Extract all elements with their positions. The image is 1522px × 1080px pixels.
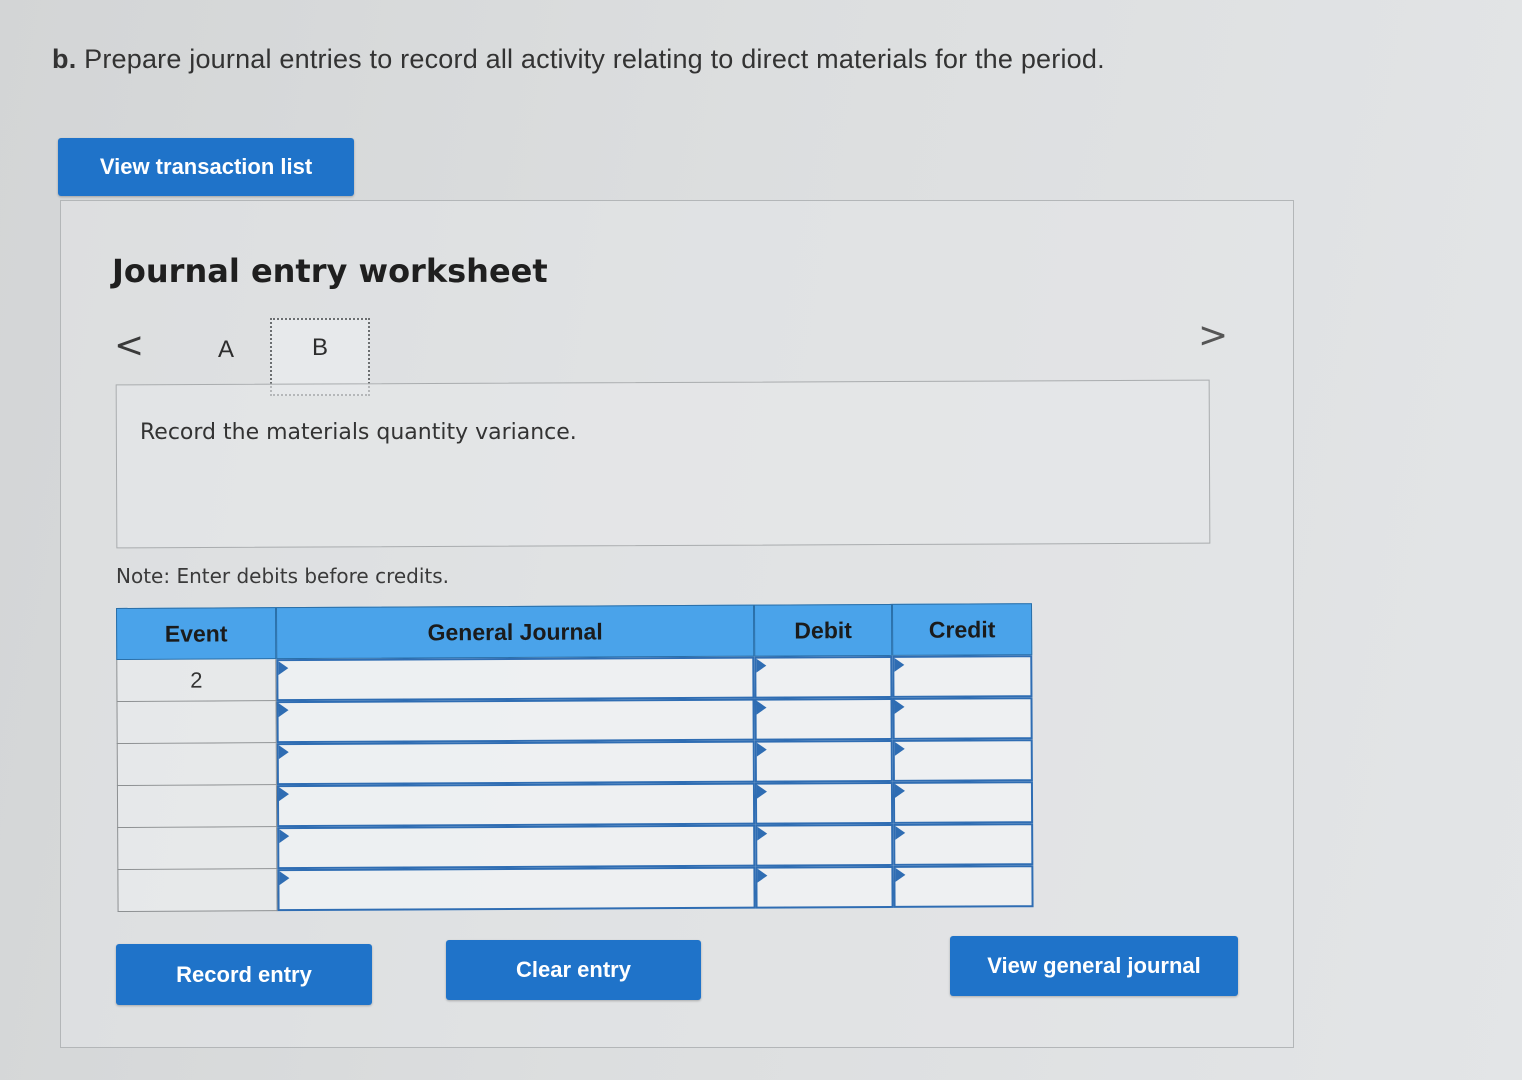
event-cell [117, 869, 278, 912]
account-input[interactable] [276, 782, 756, 828]
event-cell [116, 785, 278, 828]
debit-input[interactable] [755, 865, 894, 909]
credit-input[interactable] [893, 865, 1034, 908]
account-input[interactable] [277, 824, 756, 870]
event-cell [117, 827, 278, 870]
question-prompt: b. Prepare journal entries to record all… [52, 44, 1105, 75]
general-journal-table: Event General Journal Debit Credit 2 [116, 603, 1034, 916]
credit-input[interactable] [892, 655, 1033, 698]
question-text: Prepare journal entries to record all ac… [84, 44, 1105, 74]
worksheet-title: Journal entry worksheet [112, 252, 548, 290]
instruction-text: Record the materials quantity variance. [140, 420, 577, 445]
account-input[interactable] [276, 656, 755, 702]
question-letter: b. [52, 44, 77, 74]
debit-input[interactable] [754, 739, 893, 783]
table-row [116, 697, 1033, 744]
debit-input[interactable] [754, 655, 893, 699]
credit-input[interactable] [892, 739, 1033, 782]
view-general-journal-button[interactable]: View general journal [950, 936, 1238, 996]
event-cell [116, 701, 277, 744]
account-input[interactable] [276, 740, 755, 786]
event-cell: 2 [116, 659, 277, 702]
note-text: Note: Enter debits before credits. [116, 564, 450, 588]
debit-input[interactable] [754, 697, 893, 741]
record-entry-button[interactable]: Record entry [116, 944, 372, 1005]
view-transaction-list-button[interactable]: View transaction list [58, 138, 354, 196]
account-input[interactable] [277, 866, 756, 912]
account-input[interactable] [276, 698, 755, 744]
credit-input[interactable] [892, 697, 1033, 740]
table-row: 2 [116, 655, 1033, 702]
header-general-journal: General Journal [275, 604, 755, 660]
header-debit: Debit [753, 603, 893, 657]
table-row [117, 865, 1034, 912]
table-row [116, 739, 1033, 786]
credit-input[interactable] [892, 781, 1034, 824]
header-credit: Credit [891, 603, 1033, 656]
debit-input[interactable] [754, 781, 894, 825]
header-event: Event [116, 607, 277, 660]
tab-a[interactable]: A [196, 322, 256, 378]
table-row [117, 823, 1034, 870]
chevron-left-icon[interactable]: < [114, 328, 144, 364]
clear-entry-button[interactable]: Clear entry [446, 940, 701, 1000]
chevron-right-icon[interactable]: > [1198, 318, 1228, 354]
event-cell [116, 743, 277, 786]
instruction-box [115, 379, 1211, 549]
debit-input[interactable] [755, 823, 894, 867]
credit-input[interactable] [893, 823, 1034, 866]
table-row [116, 781, 1034, 828]
